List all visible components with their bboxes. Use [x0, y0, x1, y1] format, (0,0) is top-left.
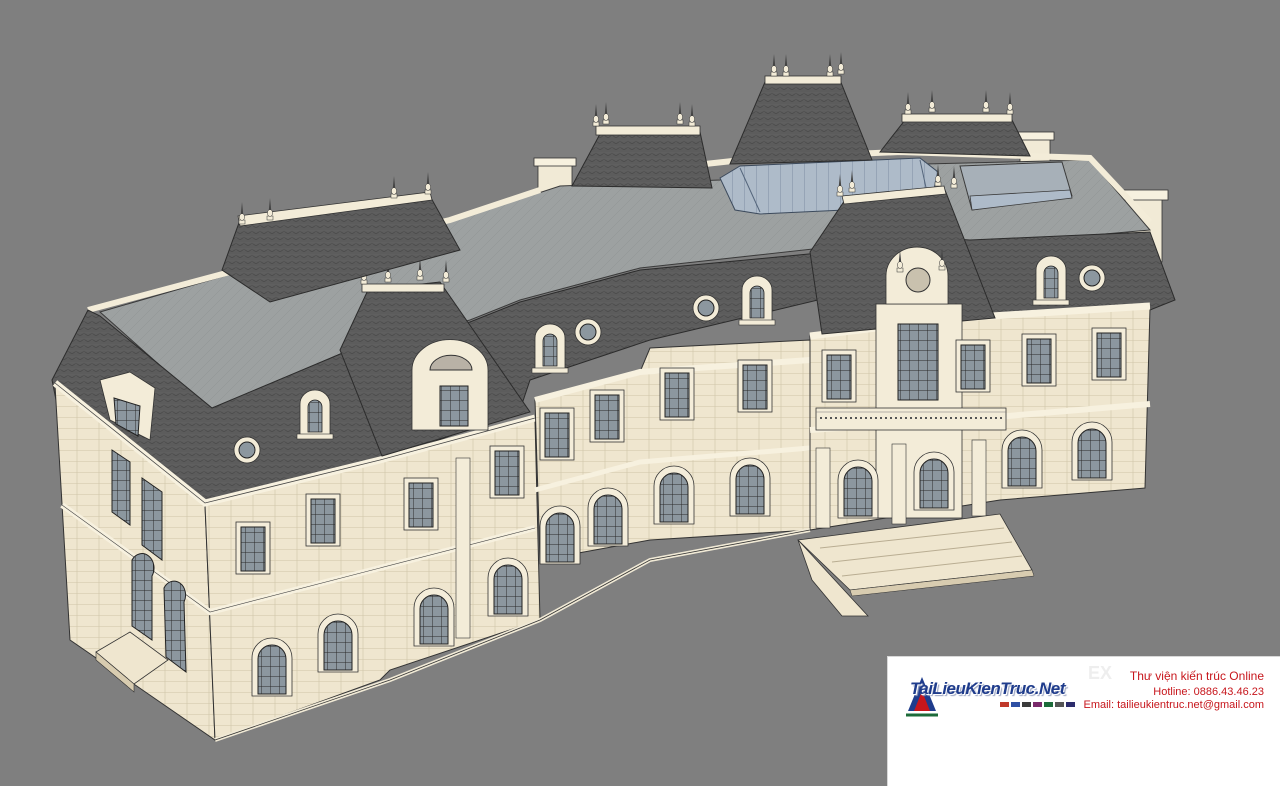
window-upper	[1021, 333, 1057, 387]
arched-window-lower	[487, 557, 529, 617]
arched-window-lower	[587, 487, 629, 547]
arched-window-lower	[913, 451, 955, 511]
color-swatch	[1011, 702, 1020, 707]
color-swatch	[1022, 702, 1031, 707]
color-swatch	[1044, 702, 1053, 707]
dormer-window	[738, 275, 776, 326]
arched-window-lower	[317, 613, 359, 673]
watermark-brand: TaiLieuKienTruc.Net	[910, 679, 1065, 698]
pavilion-rear-left	[571, 101, 713, 189]
arched-window-lower	[1001, 429, 1043, 489]
dormer-window	[1032, 255, 1070, 306]
watermark-title: Thư viện kiến trúc Online	[1129, 669, 1264, 683]
window-upper	[305, 493, 341, 547]
oculus-window	[1078, 264, 1106, 292]
arched-window-lower	[539, 505, 581, 565]
window-upper	[235, 521, 271, 575]
window-upper	[403, 477, 439, 531]
oculus-window	[692, 294, 720, 322]
window-upper	[955, 339, 991, 393]
dormer-large-arched	[411, 339, 489, 431]
dormer-window	[531, 323, 569, 374]
window-upper	[821, 349, 857, 403]
color-swatch	[1066, 702, 1075, 707]
window-upper	[1091, 327, 1127, 381]
arched-window-lower	[653, 465, 695, 525]
watermark-email[interactable]: Email: tailieukientruc.net@gmail.com	[1083, 699, 1264, 711]
pavilion-rear-center	[729, 51, 873, 165]
arched-window-lower	[729, 457, 771, 517]
watermark-ghost-text: EX	[1088, 663, 1113, 683]
color-swatch	[1055, 702, 1064, 707]
window-upper	[659, 367, 695, 421]
watermark-color-swatches	[1000, 702, 1075, 707]
watermark-hotline: Hotline: 0886.43.46.23	[1153, 686, 1264, 698]
main-steps	[797, 513, 1035, 617]
dormer-window	[296, 389, 334, 440]
oculus-window	[574, 318, 602, 346]
window-upper	[539, 407, 575, 461]
color-swatch	[1000, 702, 1009, 707]
arched-window-lower	[1071, 421, 1113, 481]
window-upper	[589, 389, 625, 443]
pavilion-rear-right	[878, 89, 1031, 157]
oculus-window	[233, 436, 261, 464]
color-swatch	[1033, 702, 1042, 707]
arched-window-lower	[251, 637, 293, 697]
window-upper	[737, 359, 773, 413]
model-viewport[interactable]: EX TaiLieuKienTruc.Net Thư viện kiến trú…	[0, 0, 1280, 786]
arched-window-lower	[837, 459, 879, 519]
watermark-panel: EX TaiLieuKienTruc.Net Thư viện kiến trú…	[887, 656, 1280, 786]
arched-window-lower	[413, 587, 455, 647]
window-upper	[489, 445, 525, 499]
